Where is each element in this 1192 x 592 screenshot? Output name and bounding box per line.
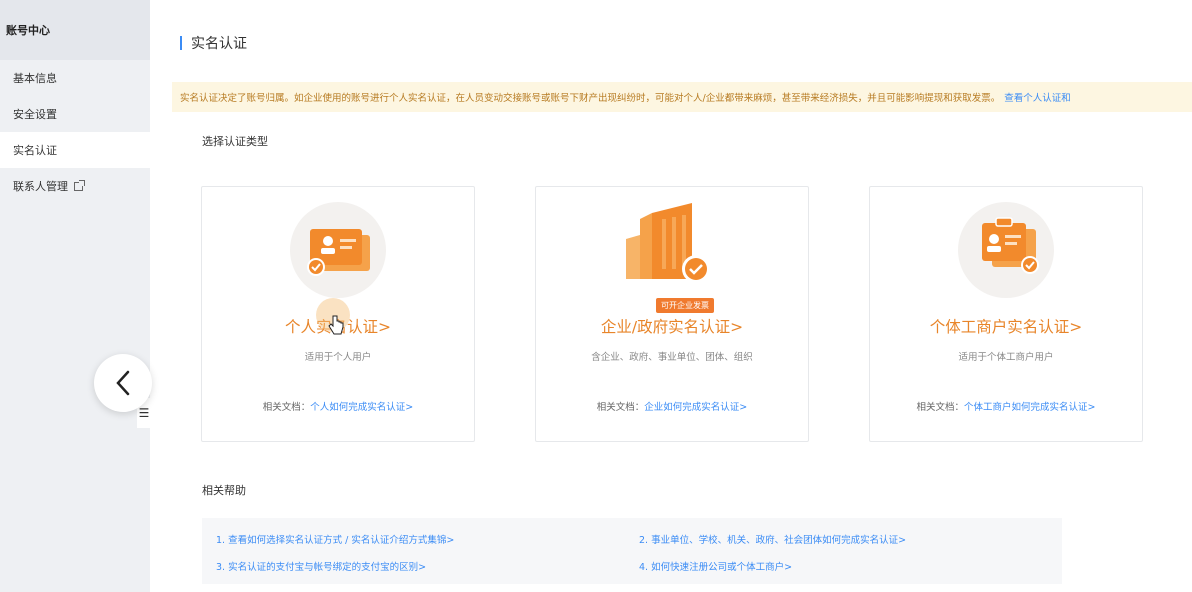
sidebar-item-label: 基本信息 xyxy=(13,72,57,85)
doc-prefix: 相关文档： xyxy=(262,402,311,413)
title-accent-bar xyxy=(180,36,182,50)
sidebar-item-label: 安全设置 xyxy=(13,108,57,121)
help-link-4[interactable]: 4. 如何快速注册公司或个体工商户> xyxy=(639,559,792,573)
help-links-box: 1. 查看如何选择实名认证方式 / 实名认证介绍方式集锦> 2. 事业单位、学校… xyxy=(202,518,1062,584)
main-content: 实名认证 实名认证决定了账号归属。如企业使用的账号进行个人实名认证，在人员变动交… xyxy=(150,0,1192,592)
sidebar-item-label: 实名认证 xyxy=(13,144,57,157)
card-enterprise[interactable]: 可开企业发票 企业/政府实名认证> 含企业、政府、事业单位、团体、组织 相关文档… xyxy=(535,186,809,442)
doc-prefix: 相关文档： xyxy=(916,402,965,413)
card-individual-business-doc: 相关文档：个体工商户如何完成实名认证> xyxy=(870,399,1142,413)
card-enterprise-subtitle: 含企业、政府、事业单位、团体、组织 xyxy=(591,352,753,363)
license-icon xyxy=(982,217,1039,274)
hand-cursor-icon xyxy=(328,315,344,335)
card-individual-business-doc-link[interactable]: 个体工商户如何完成实名认证> xyxy=(964,402,1095,413)
sidebar-item-contacts[interactable]: 联系人管理 xyxy=(0,168,150,204)
help-link-3[interactable]: 3. 实名认证的支付宝与帐号绑定的支付宝的区别> xyxy=(216,559,426,573)
card-personal-doc-link[interactable]: 个人如何完成实名认证> xyxy=(310,402,413,413)
page-title-text: 实名认证 xyxy=(191,36,247,52)
sidebar-item-security[interactable]: 安全设置 xyxy=(0,96,150,132)
doc-prefix: 相关文档： xyxy=(596,402,645,413)
sidebar-item-basic-info[interactable]: 基本信息 xyxy=(0,60,150,96)
id-card-icon xyxy=(307,229,370,276)
sidebar-item-real-name[interactable]: 实名认证 xyxy=(0,132,150,168)
card-personal-subtitle: 适用于个人用户 xyxy=(304,352,372,363)
chevron-left-icon xyxy=(116,370,130,396)
card-individual-business-subtitle: 适用于个体工商户用户 xyxy=(958,352,1054,363)
select-type-label: 选择认证类型 xyxy=(202,135,268,148)
sidebar: 账号中心 基本信息 安全设置 实名认证 联系人管理 xyxy=(0,0,150,592)
card-enterprise-doc-link[interactable]: 企业如何完成实名认证> xyxy=(644,402,747,413)
card-enterprise-title[interactable]: 企业/政府实名认证> xyxy=(536,315,808,337)
sidebar-title: 账号中心 xyxy=(0,0,150,60)
help-label: 相关帮助 xyxy=(202,484,246,497)
notice-text: 实名认证决定了账号归属。如企业使用的账号进行个人实名认证，在人员变动交接账号或账… xyxy=(180,93,1001,104)
page-title: 实名认证 xyxy=(180,33,247,53)
help-link-2[interactable]: 2. 事业单位、学校、机关、政府、社会团体如何完成实名认证> xyxy=(639,532,906,546)
external-link-icon xyxy=(74,179,85,191)
notice-link[interactable]: 查看个人认证和 xyxy=(1004,90,1071,104)
invoice-badge: 可开企业发票 xyxy=(656,298,714,313)
building-icon xyxy=(626,203,710,283)
notice-banner: 实名认证决定了账号归属。如企业使用的账号进行个人实名认证，在人员变动交接账号或账… xyxy=(172,82,1192,112)
sidebar-item-label: 联系人管理 xyxy=(13,180,68,193)
card-enterprise-doc: 相关文档：企业如何完成实名认证> xyxy=(536,399,808,413)
back-button[interactable] xyxy=(94,354,152,412)
card-individual-business-title[interactable]: 个体工商户实名认证> xyxy=(870,315,1142,337)
card-personal-doc: 相关文档：个人如何完成实名认证> xyxy=(202,399,474,413)
card-individual-business[interactable]: 个体工商户实名认证> 适用于个体工商户用户 相关文档：个体工商户如何完成实名认证… xyxy=(869,186,1143,442)
help-link-1[interactable]: 1. 查看如何选择实名认证方式 / 实名认证介绍方式集锦> xyxy=(216,532,454,546)
